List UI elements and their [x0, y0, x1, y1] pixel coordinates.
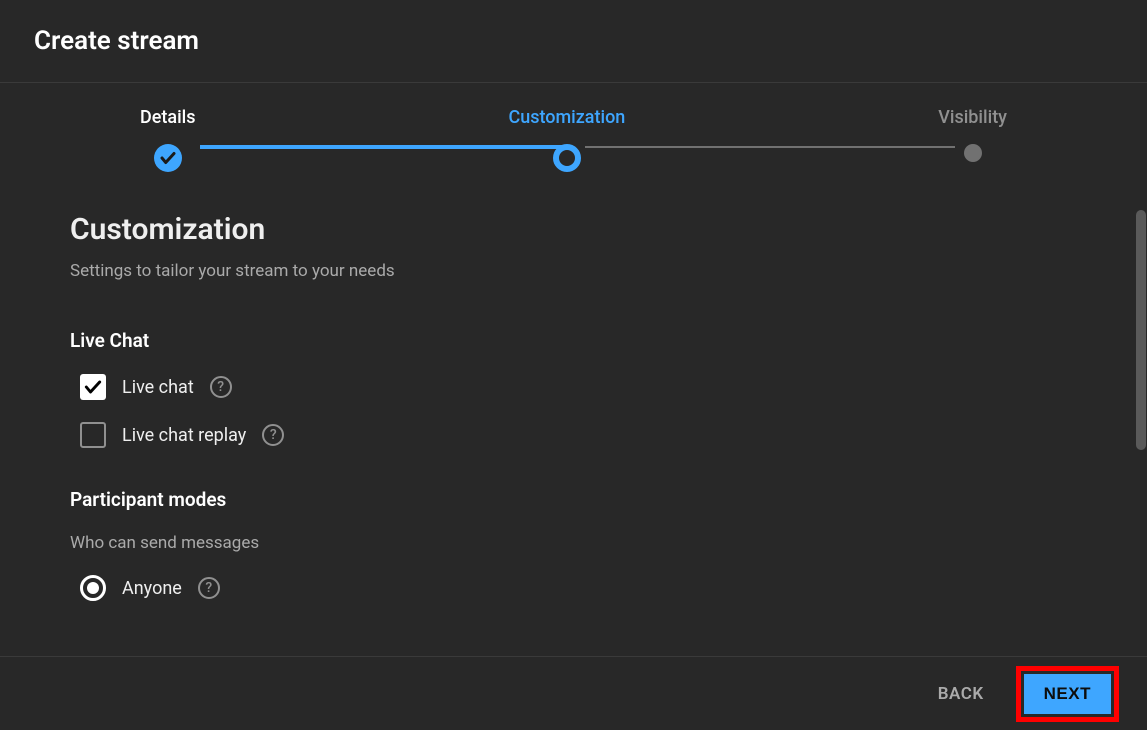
stepper-connector-pending [585, 146, 955, 148]
checkbox-live-chat[interactable] [80, 374, 106, 400]
stepper: Details Customization Visibility [0, 83, 1147, 212]
option-label: Live chat replay [122, 425, 246, 446]
next-button[interactable]: NEXT [1024, 674, 1111, 714]
radio-anyone[interactable] [80, 575, 106, 601]
option-label: Anyone [122, 578, 182, 599]
scrollbar-thumb[interactable] [1136, 210, 1146, 450]
option-label: Live chat [122, 377, 194, 398]
subsection-description: Who can send messages [70, 533, 1077, 553]
participant-modes-subsection: Participant modes Who can send messages … [70, 488, 1077, 601]
step-visibility[interactable]: Visibility [938, 107, 1007, 162]
customization-section: Customization Settings to tailor your st… [0, 212, 1147, 601]
subsection-title: Live Chat [70, 329, 1077, 352]
help-icon[interactable]: ? [210, 376, 232, 398]
step-label: Customization [508, 107, 625, 128]
step-details[interactable]: Details [140, 107, 196, 172]
dialog-header: Create stream [0, 0, 1147, 83]
option-anyone[interactable]: Anyone ? [70, 575, 1077, 601]
step-circle-inactive-icon [964, 144, 982, 162]
subsection-title: Participant modes [70, 488, 1077, 511]
step-customization[interactable]: Customization [508, 107, 625, 172]
step-circle-check-icon [154, 144, 182, 172]
step-label: Visibility [938, 107, 1007, 128]
option-live-chat-replay[interactable]: Live chat replay ? [70, 422, 1077, 448]
option-live-chat[interactable]: Live chat ? [70, 374, 1077, 400]
dialog-footer: BACK NEXT [0, 656, 1147, 730]
checkbox-live-chat-replay[interactable] [80, 422, 106, 448]
back-button[interactable]: BACK [930, 674, 992, 714]
content-scroll-area: Details Customization Visibility Customi… [0, 83, 1147, 651]
help-icon[interactable]: ? [198, 577, 220, 599]
section-title: Customization [70, 212, 1077, 247]
step-circle-active-icon [553, 144, 581, 172]
next-button-highlight: NEXT [1016, 666, 1119, 722]
step-label: Details [140, 107, 196, 128]
help-icon[interactable]: ? [262, 424, 284, 446]
section-subtitle: Settings to tailor your stream to your n… [70, 261, 1077, 281]
live-chat-subsection: Live Chat Live chat ? Live chat replay ? [70, 329, 1077, 448]
dialog-title: Create stream [34, 26, 1113, 56]
